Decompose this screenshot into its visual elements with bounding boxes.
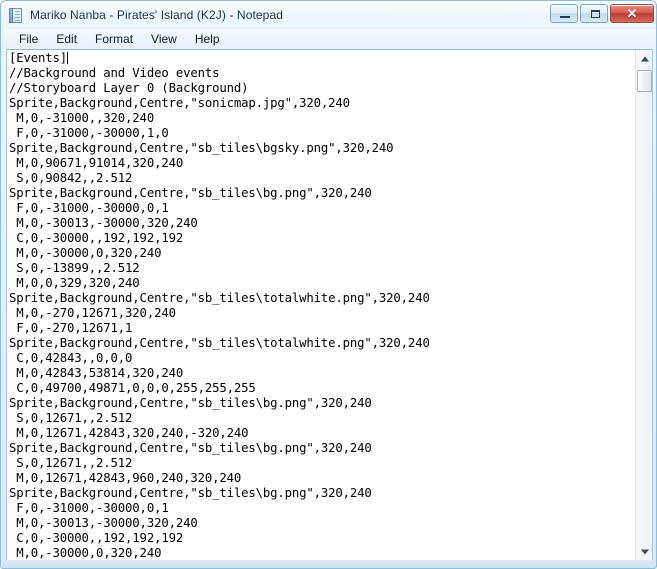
- text-line: Sprite,Background,Centre,"sb_tiles\bg.pn…: [9, 186, 372, 200]
- text-line: S,0,90842,,2.512: [9, 171, 133, 185]
- text-line: Sprite,Background,Centre,"sonicmap.jpg",…: [9, 96, 350, 110]
- text-line: M,0,12671,42843,960,240,320,240: [9, 471, 242, 485]
- text-line: Sprite,Background,Centre,"sb_tiles\bg.pn…: [9, 486, 372, 500]
- text-line: M,0,42843,53814,320,240: [9, 366, 184, 380]
- text-line: S,0,-13899,,2.512: [9, 261, 140, 275]
- text-line: C,0,-30000,,192,192,192: [9, 231, 184, 245]
- text-line: F,0,-31000,-30000,0,1: [9, 501, 169, 515]
- editor-frame: [Events]//Background and Video events//S…: [6, 49, 653, 561]
- vertical-scrollbar[interactable]: [635, 50, 652, 560]
- menu-item-help[interactable]: Help: [187, 31, 228, 48]
- menu-item-file[interactable]: File: [11, 31, 46, 48]
- text-line: S,0,12671,,2.512: [9, 411, 133, 425]
- close-button[interactable]: ✕: [610, 4, 654, 23]
- text-line: M,0,-30000,0,320,240: [9, 246, 162, 260]
- notepad-icon: [7, 7, 24, 24]
- text-line: M,0,90671,91014,320,240: [9, 156, 184, 170]
- text-line: //Background and Video events: [9, 66, 220, 80]
- close-icon: ✕: [626, 6, 638, 21]
- text-caret: [67, 52, 69, 64]
- title-bar[interactable]: Mariko Nanba - Pirates' Island (K2J) - N…: [1, 1, 656, 29]
- text-line: Sprite,Background,Centre,"sb_tiles\bg.pn…: [9, 441, 372, 455]
- text-line: [Events]: [9, 51, 69, 65]
- text-line: Sprite,Background,Centre,"sb_tiles\bg.pn…: [9, 396, 372, 410]
- maximize-button[interactable]: [580, 4, 608, 23]
- menu-item-format[interactable]: Format: [87, 31, 141, 48]
- maximize-icon: [591, 10, 600, 18]
- window-bottom-strip: [2, 560, 656, 568]
- text-line: M,0,0,329,320,240: [9, 276, 140, 290]
- text-line: M,0,-270,12671,320,240: [9, 306, 176, 320]
- text-line: Sprite,Background,Centre,"sb_tiles\total…: [9, 291, 430, 305]
- window-title: Mariko Nanba - Pirates' Island (K2J) - N…: [30, 8, 283, 22]
- menu-item-view[interactable]: View: [143, 31, 185, 48]
- text-line: C,0,-30000,,192,192,192: [9, 531, 184, 545]
- text-line: F,0,-270,12671,1: [9, 321, 133, 335]
- minimize-icon: [560, 16, 570, 18]
- text-line: F,0,-31000,-30000,0,1: [9, 201, 169, 215]
- scroll-down-arrow-icon[interactable]: [636, 543, 652, 560]
- text-area[interactable]: [Events]//Background and Video events//S…: [7, 50, 635, 560]
- text-line: //Storyboard Layer 0 (Background): [9, 81, 249, 95]
- menu-item-edit[interactable]: Edit: [48, 31, 85, 48]
- text-line: S,0,12671,,2.512: [9, 456, 133, 470]
- window-controls: ✕: [550, 4, 654, 23]
- text-line: M,0,-31000,,320,240: [9, 111, 155, 125]
- scrollbar-thumb[interactable]: [637, 70, 652, 92]
- text-line: Sprite,Background,Centre,"sb_tiles\total…: [9, 336, 430, 350]
- text-content: [Events]//Background and Video events//S…: [9, 51, 635, 560]
- minimize-button[interactable]: [550, 4, 578, 23]
- text-line: M,0,-30000,0,320,240: [9, 546, 162, 560]
- text-line: M,0,-30013,-30000,320,240: [9, 516, 198, 530]
- text-line: M,0,-30013,-30000,320,240: [9, 216, 198, 230]
- menu-bar: File Edit Format View Help: [2, 29, 656, 49]
- text-line: Sprite,Background,Centre,"sb_tiles\bgsky…: [9, 141, 394, 155]
- text-line: C,0,49700,49871,0,0,0,255,255,255: [9, 381, 256, 395]
- text-line: M,0,12671,42843,320,240,-320,240: [9, 426, 249, 440]
- notepad-window: Mariko Nanba - Pirates' Island (K2J) - N…: [0, 0, 657, 569]
- text-line: F,0,-31000,-30000,1,0: [9, 126, 169, 140]
- text-line: C,0,42843,,0,0,0: [9, 351, 133, 365]
- scroll-up-arrow-icon[interactable]: [636, 50, 652, 67]
